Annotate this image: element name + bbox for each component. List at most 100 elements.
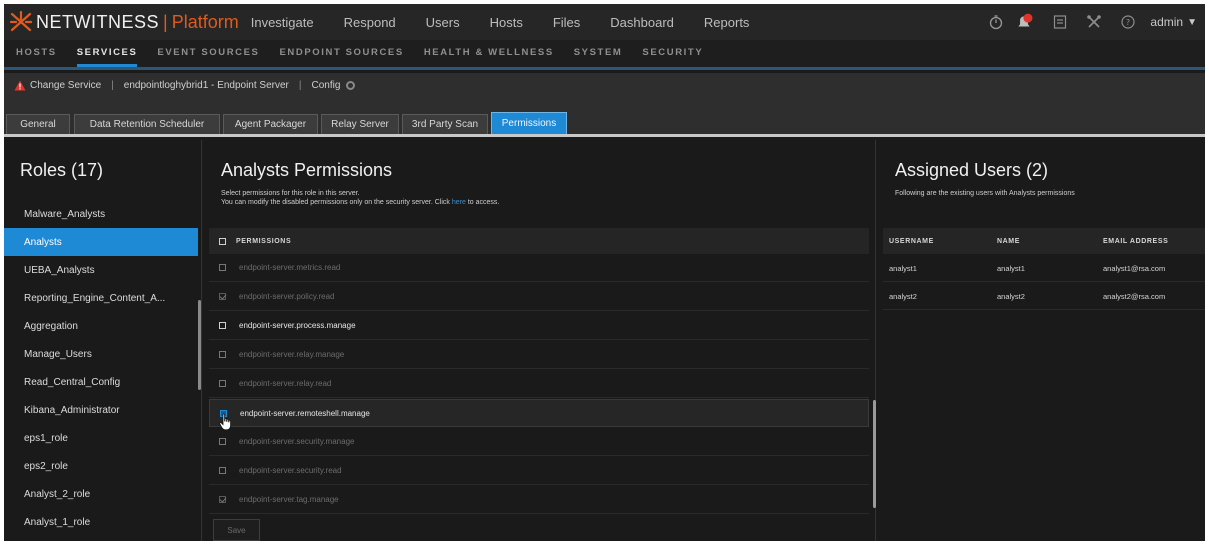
- breadcrumb-separator: |: [298, 79, 302, 91]
- assigned-users-title: Assigned Users (2): [895, 160, 1049, 180]
- nav-hosts[interactable]: Hosts: [490, 15, 523, 30]
- assigned-users-panel: Assigned Users (2) Following are the exi…: [877, 140, 1205, 541]
- permission-checkbox[interactable]: [219, 380, 226, 387]
- subnav-security[interactable]: SECURITY: [642, 47, 703, 67]
- permission-label: endpoint-server.tag.manage: [239, 495, 339, 504]
- permission-checkbox[interactable]: [219, 438, 226, 445]
- nav-dashboard[interactable]: Dashboard: [610, 15, 674, 30]
- warning-icon: [14, 80, 26, 90]
- role-item[interactable]: Manage_Users: [4, 340, 198, 368]
- select-all-checkbox[interactable]: [219, 237, 226, 245]
- cell-email: analyst2@rsa.com: [1103, 292, 1166, 301]
- subnav-system[interactable]: SYSTEM: [574, 47, 623, 67]
- user-name: admin: [1150, 15, 1184, 29]
- note-text: You can modify the disabled permissions …: [221, 199, 450, 206]
- nav-users[interactable]: Users: [426, 15, 460, 30]
- breadcrumb-separator: |: [111, 79, 114, 91]
- role-item[interactable]: Aggregation: [4, 312, 198, 340]
- subnav-hosts[interactable]: HOSTS: [16, 47, 57, 67]
- tools-icon[interactable]: [1086, 14, 1102, 30]
- permission-row[interactable]: endpoint-server.relay.manage: [209, 341, 869, 369]
- permission-label: endpoint-server.relay.read: [239, 379, 332, 388]
- note-text: to access.: [467, 199, 500, 206]
- permission-checkbox[interactable]: [219, 467, 226, 474]
- admin-subnav: HOSTS SERVICES EVENT SOURCES ENDPOINT SO…: [4, 40, 1205, 70]
- subnav-services[interactable]: SERVICES: [76, 47, 138, 67]
- role-item[interactable]: eps2_role: [4, 452, 198, 480]
- permission-row[interactable]: endpoint-server.security.read: [209, 457, 869, 485]
- help-icon[interactable]: ?: [1120, 14, 1136, 30]
- role-item[interactable]: Read_Central_Config: [4, 368, 198, 396]
- permissions-panel: Analysts Permissions Select permissions …: [203, 140, 876, 541]
- permission-row[interactable]: endpoint-server.policy.read: [209, 283, 869, 311]
- role-item[interactable]: UEBA_Analysts: [4, 256, 198, 284]
- tab-relay-server[interactable]: Relay Server: [321, 114, 399, 134]
- permission-label: endpoint-server.security.read: [239, 466, 342, 475]
- cell-name: analyst2: [997, 292, 1025, 301]
- config-menu[interactable]: Config: [311, 80, 340, 91]
- tab-general[interactable]: General: [6, 114, 70, 134]
- brand-logo[interactable]: NETWITNESS | Platform: [4, 4, 239, 40]
- permission-checkbox[interactable]: [219, 322, 226, 329]
- tab-data-retention-scheduler[interactable]: Data Retention Scheduler: [74, 114, 220, 134]
- permission-checkbox[interactable]: [219, 351, 226, 358]
- tasks-icon[interactable]: [1052, 14, 1068, 30]
- table-row[interactable]: analyst1 analyst1 analyst1@rsa.com: [883, 254, 1205, 282]
- security-server-link[interactable]: here: [452, 199, 466, 206]
- permissions-title: Analysts Permissions: [221, 160, 393, 180]
- permission-row[interactable]: endpoint-server.remoteshell.manage: [209, 399, 869, 427]
- cell-username: analyst1: [889, 264, 917, 273]
- nav-reports[interactable]: Reports: [704, 15, 750, 30]
- service-name: endpointloghybrid1 - Endpoint Server: [123, 79, 289, 91]
- table-row[interactable]: analyst2 analyst2 analyst2@rsa.com: [883, 282, 1205, 310]
- permissions-note: You can modify the disabled permissions …: [221, 199, 499, 206]
- permission-row[interactable]: endpoint-server.tag.manage: [209, 486, 869, 514]
- chevron-down-icon: ▼: [1187, 16, 1197, 28]
- role-item[interactable]: Malware_Analysts: [4, 200, 198, 228]
- permission-row[interactable]: endpoint-server.security.manage: [209, 428, 869, 456]
- config-tabs: General Data Retention Scheduler Agent P…: [4, 97, 1205, 137]
- timer-icon[interactable]: [988, 14, 1004, 30]
- permission-label: endpoint-server.policy.read: [239, 292, 335, 301]
- role-item[interactable]: Analyst_1_role: [4, 508, 198, 536]
- gear-icon[interactable]: [346, 80, 356, 90]
- subnav-endpoint-sources[interactable]: ENDPOINT SOURCES: [280, 47, 404, 67]
- cell-username: analyst2: [889, 292, 917, 301]
- role-item[interactable]: Kibana_Administrator: [4, 396, 198, 424]
- permission-checkbox[interactable]: [219, 496, 226, 503]
- permission-label: endpoint-server.metrics.read: [239, 263, 341, 272]
- netwitness-logo-icon: [10, 11, 32, 32]
- role-item[interactable]: Reporting_Engine_Content_A...: [4, 284, 198, 312]
- permissions-description: Select permissions for this role in this…: [221, 190, 360, 197]
- role-item[interactable]: Analyst_2_role: [4, 480, 198, 508]
- change-service-link[interactable]: Change Service: [30, 80, 101, 91]
- subnav-health-wellness[interactable]: HEALTH & WELLNESS: [424, 47, 554, 67]
- nav-investigate[interactable]: Investigate: [251, 15, 314, 30]
- column-header-username[interactable]: USERNAME: [889, 238, 934, 245]
- save-button[interactable]: Save: [213, 519, 260, 541]
- tab-3rd-party-scan[interactable]: 3rd Party Scan: [402, 114, 488, 134]
- permission-row[interactable]: endpoint-server.metrics.read: [209, 254, 869, 282]
- permission-row[interactable]: endpoint-server.relay.read: [209, 370, 869, 398]
- column-header-name[interactable]: NAME: [997, 238, 1020, 245]
- role-item-selected[interactable]: Analysts: [4, 228, 198, 256]
- column-header-email[interactable]: EMAIL ADDRESS: [1103, 238, 1168, 245]
- permission-label: endpoint-server.security.manage: [239, 437, 355, 446]
- notification-icon[interactable]: [1014, 13, 1034, 31]
- brand-separator: |: [163, 11, 168, 32]
- roles-panel: Roles (17) Malware_Analysts Analysts UEB…: [4, 140, 202, 541]
- permission-checkbox[interactable]: [219, 264, 226, 271]
- nav-files[interactable]: Files: [553, 15, 580, 30]
- permission-checkbox[interactable]: [219, 293, 226, 300]
- nav-respond[interactable]: Respond: [344, 15, 396, 30]
- permission-label: endpoint-server.relay.manage: [239, 350, 345, 359]
- permission-row[interactable]: endpoint-server.process.manage: [209, 312, 869, 340]
- user-menu[interactable]: admin ▼: [1150, 15, 1197, 29]
- role-item[interactable]: eps1_role: [4, 424, 198, 452]
- tab-agent-packager[interactable]: Agent Packager: [223, 114, 318, 134]
- permissions-scrollbar[interactable]: [873, 400, 876, 508]
- subnav-event-sources[interactable]: EVENT SOURCES: [157, 47, 259, 67]
- tab-permissions[interactable]: Permissions: [491, 112, 567, 134]
- roles-title: Roles (17): [20, 160, 104, 180]
- roles-scrollbar[interactable]: [198, 300, 201, 390]
